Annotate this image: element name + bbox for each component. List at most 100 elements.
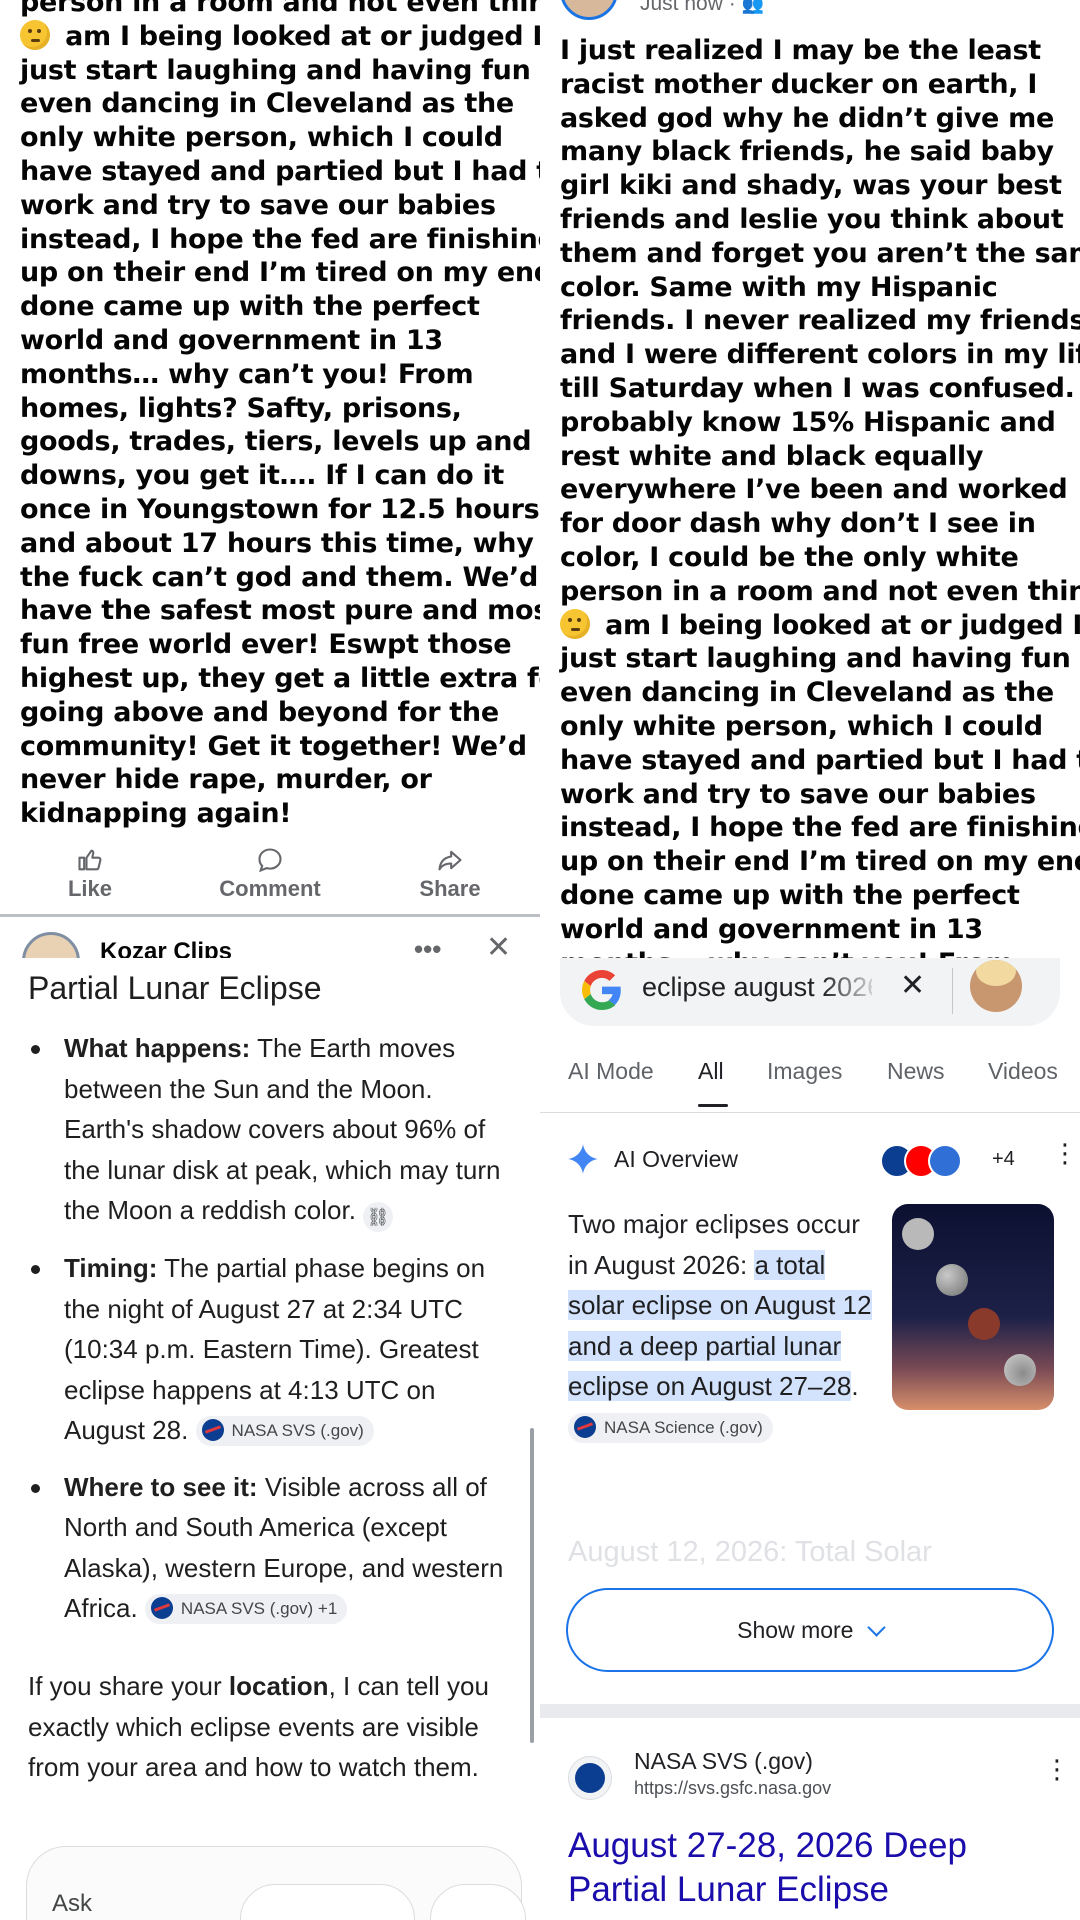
- post-line: and I were different colors in my life: [560, 339, 1080, 371]
- gemini-answer-panel: Partial Lunar Eclipse What happens: The …: [0, 958, 540, 1920]
- post-line: them and forget you aren’t the same: [560, 237, 1080, 269]
- search-separator: [952, 968, 953, 1014]
- post-line: fun free world ever! Eswpt those: [20, 629, 512, 661]
- post-line: highest up, they get a little extra for: [20, 662, 540, 694]
- moon-phase-1: [902, 1218, 934, 1250]
- post-line: instead, I hope the fed are finishing: [20, 223, 540, 255]
- post-line-emoji: am I being looked at or judged I: [560, 608, 1080, 643]
- post-line-emoji: am I being looked at or judged I: [20, 19, 540, 54]
- result-url[interactable]: https://svs.gsfc.nasa.gov: [634, 1778, 831, 1799]
- post-line: done came up with the perfect: [560, 879, 1020, 911]
- site-e-icon: [928, 1144, 962, 1178]
- thumbs-up-icon: [78, 849, 102, 871]
- post-line: only white person, which I could: [20, 122, 503, 154]
- post-line: and about 17 hours this time, why: [20, 527, 534, 559]
- post-divider: [0, 914, 540, 917]
- post-line: never hide rape, murder, or: [20, 764, 432, 796]
- post-line: world and government in 13: [560, 913, 983, 945]
- post-line: have stayed and partied but I had to: [560, 744, 1080, 776]
- google-logo-icon: [582, 970, 621, 1010]
- next-post-author[interactable]: Kozar Clips: [100, 938, 232, 958]
- post-line: community! Get it together! We’d: [20, 730, 527, 762]
- link-icon[interactable]: ⛓: [363, 1202, 394, 1232]
- post-line: I just realized I may be the least: [560, 35, 1041, 66]
- result-site-name[interactable]: NASA SVS (.gov): [634, 1748, 813, 1775]
- post-line: color, I could be the only white: [560, 541, 1019, 573]
- account-avatar[interactable]: [970, 960, 1022, 1012]
- post-line: going above and beyond for the: [20, 696, 499, 728]
- thinking-face-emoji-icon: [560, 608, 590, 639]
- post-line: months… why can’t you! From: [20, 358, 474, 390]
- tabs-divider: [540, 1112, 1080, 1113]
- post-line: even dancing in Cleveland as the: [20, 88, 514, 120]
- moon-phase-3: [968, 1308, 1000, 1340]
- show-more-button[interactable]: Show more: [566, 1588, 1054, 1672]
- tab-images[interactable]: Images: [767, 1058, 842, 1085]
- comment-button[interactable]: Comment: [200, 846, 340, 902]
- list-item: What happens: The Earth moves between th…: [28, 1028, 518, 1232]
- more-options-icon[interactable]: ⋮: [1044, 1756, 1070, 1782]
- active-tab-indicator: [698, 1104, 728, 1107]
- post-line: up on their end I’m tired on my end. I: [20, 257, 540, 289]
- post-line: asked god why he didn’t give me: [560, 102, 1054, 134]
- google-search-panel: eclipse august 2026 ✕ AI Mode All Images…: [540, 958, 1080, 1920]
- site-favicon-icon[interactable]: [568, 1756, 612, 1800]
- clear-icon[interactable]: ✕: [900, 968, 925, 1003]
- result-title-link[interactable]: August 27-28, 2026 Deep Partial Lunar Ec…: [568, 1824, 1068, 1912]
- post-line: have stayed and partied but I had to: [20, 155, 540, 187]
- post-line: work and try to save our babies: [560, 778, 1036, 810]
- share-button[interactable]: Share: [380, 846, 520, 902]
- post-line: goods, trades, tiers, levels up and: [20, 426, 532, 458]
- ai-source-icons[interactable]: [880, 1144, 990, 1180]
- avatar[interactable]: [560, 0, 618, 20]
- more-options-icon[interactable]: ⋮: [1052, 1140, 1078, 1166]
- comment-label: Comment: [219, 876, 321, 901]
- post-line: girl kiki and shady, was your best: [560, 170, 1062, 202]
- eclipse-thumbnail-image[interactable]: [892, 1204, 1054, 1410]
- list-item: Where to see it: Visible across all of N…: [28, 1467, 518, 1629]
- gemini-spark-icon: [568, 1144, 598, 1174]
- source-chip[interactable]: NASA SVS (.gov) +1: [144, 1594, 348, 1624]
- search-bar[interactable]: eclipse august 2026 ✕: [560, 958, 1060, 1026]
- tab-news[interactable]: News: [887, 1058, 945, 1085]
- source-chip[interactable]: NASA SVS (.gov): [195, 1416, 374, 1446]
- facebook-post-left: person in a room and not even think am I…: [0, 0, 540, 958]
- post-line: person in a room and not even think: [560, 575, 1080, 607]
- post-line: racist mother ducker on earth, I: [560, 68, 1038, 100]
- avatar[interactable]: [22, 932, 80, 958]
- section-divider: [540, 1704, 1080, 1718]
- answer-heading: Partial Lunar Eclipse: [28, 970, 322, 1006]
- more-options-icon[interactable]: •••: [414, 934, 441, 958]
- search-input-fade: [822, 966, 882, 1012]
- facebook-post-right: Just now · 👥 I just realized I may be th…: [540, 0, 1080, 958]
- tab-all[interactable]: All: [698, 1058, 724, 1085]
- nasa-logo-icon: [201, 1419, 224, 1441]
- post-line: once in Youngstown for 12.5 hours: [20, 493, 540, 525]
- post-line: kidnapping again!: [20, 798, 292, 830]
- answer-outro-text: If you share your location, I can tell y…: [28, 1671, 489, 1782]
- scrollbar[interactable]: [530, 1428, 534, 1743]
- post-line: everywhere I’ve been and worked: [560, 474, 1068, 506]
- search-tabs: AI Mode All Images News Videos: [540, 1058, 1080, 1112]
- tools-button[interactable]: [240, 1884, 415, 1920]
- post-timestamp: Just now · 👥: [640, 0, 764, 16]
- close-icon[interactable]: ✕: [486, 930, 511, 958]
- ai-sources-more[interactable]: +4: [992, 1148, 1015, 1171]
- post-line: for door dash why don’t I see in: [560, 508, 1036, 540]
- post-body-text: I just realized I may be the least racist…: [560, 34, 1080, 958]
- moon-phase-2: [936, 1264, 968, 1296]
- post-line: only white person, which I could: [560, 710, 1043, 742]
- post-line: downs, you get it…. If I can do it: [20, 460, 505, 492]
- source-chip[interactable]: NASA Science (.gov): [568, 1412, 773, 1443]
- post-line: have the safest most pure and most: [20, 595, 540, 627]
- tab-ai-mode[interactable]: AI Mode: [568, 1058, 654, 1085]
- post-line: the fuck can’t god and them. We’d: [20, 561, 538, 593]
- like-button[interactable]: Like: [20, 846, 160, 902]
- list-item: Timing: The partial phase begins on the …: [28, 1248, 518, 1451]
- ask-input-placeholder[interactable]: Ask: [52, 1890, 92, 1918]
- tab-videos[interactable]: Videos: [988, 1058, 1058, 1085]
- post-body-text: person in a room and not even think am I…: [20, 0, 540, 831]
- ai-overview-header: AI Overview +4 ⋮: [568, 1140, 1078, 1184]
- post-line: probably know 15% Hispanic and: [560, 406, 1056, 438]
- like-label: Like: [67, 876, 113, 901]
